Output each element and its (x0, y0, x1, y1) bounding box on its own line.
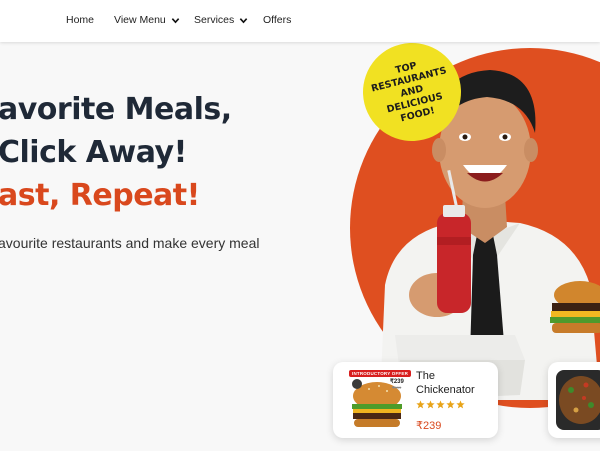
nav-services[interactable]: Services (194, 14, 248, 26)
star-icon (446, 400, 455, 409)
chevron-down-icon (240, 17, 248, 23)
star-icon (456, 400, 465, 409)
introductory-offer-tag: INTRODUCTORY OFFER (349, 370, 412, 377)
mini-price: ₹239 (390, 379, 404, 385)
nav-home-label: Home (66, 14, 95, 26)
hero-heading-line2: Click Away! (0, 135, 187, 170)
product-title-line2: Chickenator (416, 384, 475, 396)
mini-old-price: ₹299 (392, 385, 402, 390)
nav-services-label: Services (194, 14, 235, 26)
product-title: The Chickenator (416, 369, 475, 397)
hero-heading-line3: ast, Repeat! (0, 178, 200, 213)
nav-view-menu[interactable]: View Menu (114, 14, 180, 26)
star-icon (436, 400, 445, 409)
product-price: ₹239 (416, 420, 442, 432)
hero-subtitle: avourite restaurants and make every meal (0, 235, 260, 251)
nav-view-menu-label: View Menu (114, 14, 166, 26)
badge-text: TOP RESTAURANTS AND DELICIOUS FOOD! (370, 60, 448, 125)
nav-offers-label: Offers (263, 14, 292, 26)
product-card[interactable] (548, 362, 600, 438)
hero-heading-line1: avorite Meals, (0, 92, 232, 127)
noodles-image (556, 370, 600, 430)
top-navbar: Home View Menu Services Offers (0, 0, 600, 42)
star-icon (416, 400, 425, 409)
chevron-down-icon (171, 17, 180, 23)
nav-home[interactable]: Home (66, 14, 94, 26)
product-card[interactable]: INTRODUCTORY OFFER ₹239 ₹299 The Chicken… (333, 362, 498, 438)
rating-stars (416, 400, 465, 409)
nav-offers[interactable]: Offers (263, 14, 291, 26)
landing-page: Home View Menu Services Offers avorite M… (0, 0, 600, 451)
star-icon (426, 400, 435, 409)
product-title-line1: The (416, 370, 435, 382)
